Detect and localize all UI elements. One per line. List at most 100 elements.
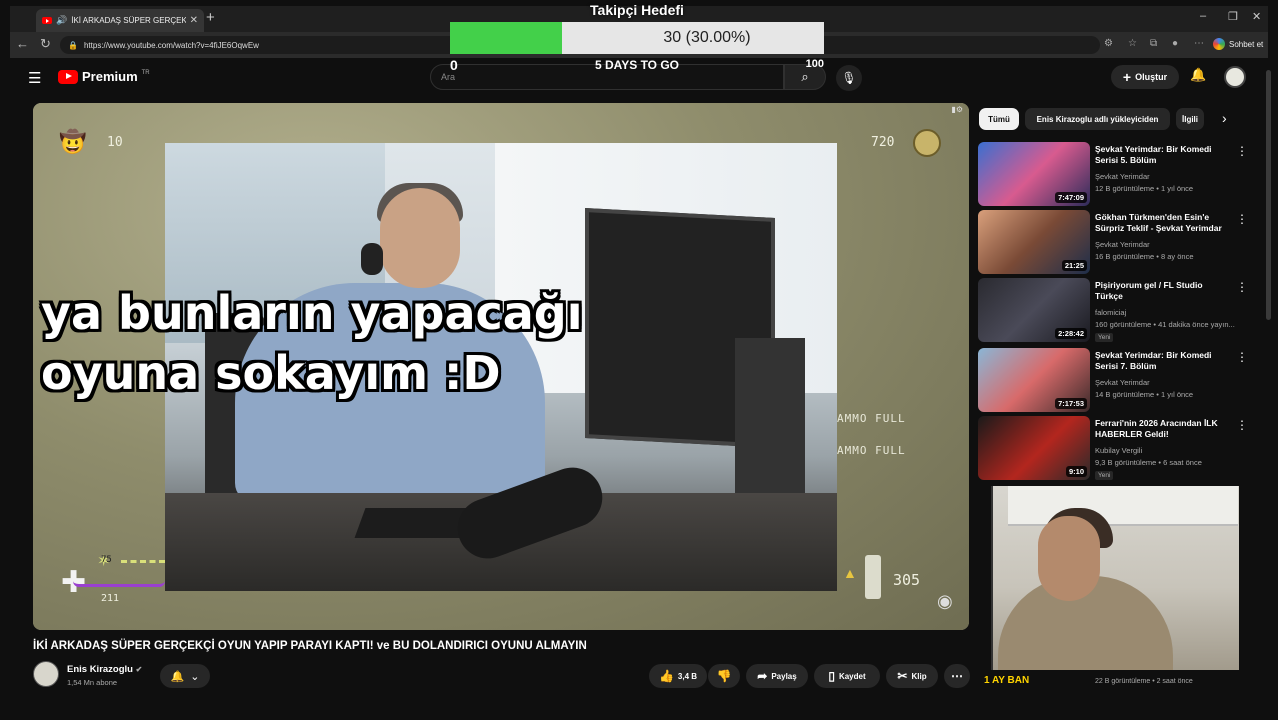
more-icon[interactable]: ⋯	[1194, 38, 1204, 49]
new-badge: Yeni	[1095, 471, 1114, 480]
youtube-logo[interactable]: Premium TR	[58, 69, 150, 84]
armor-bar	[73, 577, 165, 587]
video-thumbnail[interactable]: 9:10	[978, 416, 1090, 480]
chevron-right-icon[interactable]: ›	[1222, 110, 1227, 126]
hud-armor: 211	[101, 593, 120, 604]
hud-health: 75	[101, 555, 112, 565]
more-actions-button[interactable]: ⋯	[944, 664, 970, 688]
youtube-favicon-icon	[42, 17, 52, 24]
youtube-play-icon	[58, 69, 78, 84]
channel-name-row[interactable]: Enis Kirazoglu ✔	[67, 664, 142, 675]
subscription-bell-button[interactable]: 🔔 ⌄	[160, 664, 210, 688]
goal-progress-fill	[450, 22, 563, 54]
dislike-button[interactable]: 👎	[708, 664, 740, 688]
ammo-icon: ▲	[843, 565, 857, 581]
minimize-icon[interactable]: –	[1200, 10, 1206, 22]
scissors-icon: ✂	[897, 669, 908, 683]
page-scrollbar[interactable]	[1266, 70, 1271, 320]
duration-badge: 21:25	[1061, 260, 1087, 271]
chip-from-uploader[interactable]: Enis Kirazoglu adlı yükleyiciden	[1025, 108, 1170, 130]
bookmark-icon: ▯	[828, 669, 835, 683]
duration-badge: 2:28:42	[1055, 328, 1087, 339]
video-thumbnail[interactable]: 2:28:42	[978, 278, 1090, 342]
more-vertical-icon[interactable]: ⋮	[1236, 144, 1248, 158]
goal-days-left: 5 DAYS TO GO	[594, 58, 680, 72]
recommendation-meta: 14 B görüntüleme • 1 yıl önce	[1095, 390, 1194, 399]
url-text: https://www.youtube.com/watch?v=4fiJE6Oq…	[83, 40, 259, 50]
hud-ammo: 305	[893, 571, 921, 589]
streamer-webcam	[991, 486, 1239, 670]
tab-title: İKİ ARKADAŞ SÜPER GERÇEKÇİ	[71, 16, 186, 25]
recommendation-channel: Şevkat Yerimdar	[1095, 172, 1150, 181]
share-label: Paylaş	[771, 671, 797, 681]
hud-money: 720	[871, 135, 895, 150]
share-button[interactable]: ➦ Paylaş	[746, 664, 808, 688]
recommendation-title: Şevkat Yerimdar: Bir Komedi Serisi 5. Bö…	[1095, 144, 1212, 165]
voice-search-button[interactable]: 🎙	[836, 65, 862, 91]
reload-icon[interactable]: ↻	[40, 36, 51, 52]
goal-progress-bar: 30 (30.00%)	[450, 22, 824, 54]
recommendation-item[interactable]: 21:25 Gökhan Türkmen'den Esin'e Sürpriz …	[978, 210, 1248, 276]
follower-goal-overlay: Takipçi Hedefi 30 (30.00%) 0 5 DAYS TO G…	[448, 0, 826, 78]
video-title: İKİ ARKADAŞ SÜPER GERÇEKÇİ OYUN YAPIP PA…	[33, 640, 587, 652]
recommendation-meta: 16 B görüntüleme • 8 ay önce	[1095, 252, 1194, 261]
notifications-icon[interactable]: 🔔	[1190, 67, 1206, 83]
ammo-full-label-2: AMMO FULL	[837, 444, 906, 457]
goal-max: 100	[805, 58, 824, 70]
recommendation-item[interactable]: 7:47:09 Şevkat Yerimdar: Bir Komedi Seri…	[978, 142, 1248, 208]
more-vertical-icon[interactable]: ⋮	[1236, 418, 1248, 432]
like-button[interactable]: 👍 3,4 B	[649, 664, 707, 688]
clip-button[interactable]: ✂ Klip	[886, 664, 938, 688]
copilot-chat-button[interactable]: Sohbet et	[1213, 38, 1263, 50]
new-badge: Yeni	[1095, 333, 1114, 342]
caption-line-1: ya bunların yapacağı	[41, 286, 583, 340]
channel-avatar[interactable]	[33, 661, 59, 687]
plus-icon: +	[1122, 69, 1132, 85]
maximize-icon[interactable]: ❐	[1228, 10, 1238, 23]
more-vertical-icon[interactable]: ⋮	[1236, 280, 1248, 294]
browser-tab[interactable]: 🔊 İKİ ARKADAŞ SÜPER GERÇEKÇİ ✕	[36, 9, 204, 32]
share-icon: ➦	[757, 669, 768, 683]
video-caption: ya bunların yapacağı oyuna sokayım :D	[41, 283, 583, 403]
brand-label: Premium	[82, 69, 138, 84]
create-label: Oluştur	[1135, 72, 1168, 82]
goal-progress-text: 30 (30.00%)	[663, 29, 751, 46]
goal-title: Takipçi Hedefi	[590, 2, 684, 18]
grenade-icon: ◉	[937, 591, 953, 611]
speaker-icon[interactable]: 🔊	[56, 15, 67, 26]
new-tab-icon[interactable]: +	[206, 9, 215, 26]
chip-related[interactable]: İlgili	[1176, 108, 1204, 130]
duration-badge: 9:10	[1065, 466, 1087, 477]
recommendation-item[interactable]: 2:28:42 Pişiriyorum gel / FL Studio Türk…	[978, 278, 1248, 344]
close-tab-icon[interactable]: ✕	[190, 15, 198, 26]
recommendation-item[interactable]: 9:10 Ferrari'nin 2026 Aracından İLK HABE…	[978, 416, 1248, 482]
recommendation-channel: falomiciaj	[1095, 308, 1127, 317]
video-thumbnail[interactable]: 7:17:53	[978, 348, 1090, 412]
video-thumbnail[interactable]: 7:47:09	[978, 142, 1090, 206]
more-vertical-icon[interactable]: ⋮	[1236, 212, 1248, 226]
recommendation-meta: 12 B görüntüleme • 1 yıl önce	[1095, 184, 1194, 193]
chip-all[interactable]: Tümü	[979, 108, 1019, 130]
like-count: 3,4 B	[677, 671, 698, 681]
player-badge-icon: ▮⚙	[951, 105, 963, 114]
collections-icon[interactable]: ⧉	[1150, 38, 1157, 49]
extension-icon[interactable]: ⚙	[1104, 38, 1113, 49]
caption-line-2: oyuna sokayım :D	[41, 346, 501, 400]
duration-badge: 7:17:53	[1055, 398, 1087, 409]
recommendation-channel: Şevkat Yerimdar	[1095, 240, 1150, 249]
cowboy-hat-icon: 🤠	[59, 129, 87, 154]
video-thumbnail[interactable]: 21:25	[978, 210, 1090, 274]
back-icon[interactable]: ←	[16, 36, 29, 51]
recommendation-item[interactable]: 7:17:53 Şevkat Yerimdar: Bir Komedi Seri…	[978, 348, 1248, 414]
account-avatar[interactable]	[1224, 66, 1246, 88]
close-window-icon[interactable]: ✕	[1252, 10, 1261, 23]
profile-icon[interactable]: ●	[1172, 38, 1178, 49]
favorites-icon[interactable]: ☆	[1128, 38, 1137, 49]
create-button[interactable]: + Oluştur	[1111, 65, 1179, 89]
more-vertical-icon[interactable]: ⋮	[1236, 350, 1248, 364]
video-player[interactable]: ▮⚙ 🤠 10 720 ya bunların yapacağı oyuna s…	[33, 103, 969, 630]
person-face	[380, 188, 460, 288]
thumbs-up-icon: 👍	[658, 669, 674, 683]
save-button[interactable]: ▯ Kaydet	[814, 664, 880, 688]
menu-icon[interactable]: ☰	[28, 69, 41, 87]
